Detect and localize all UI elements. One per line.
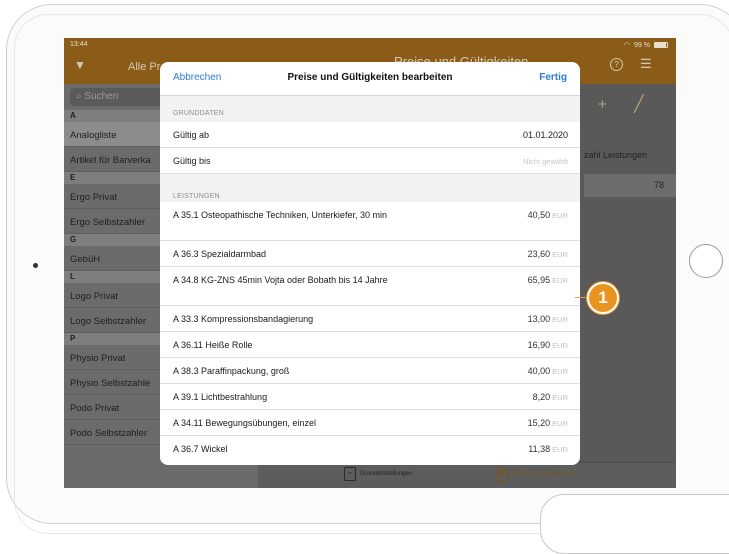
help-icon[interactable]: ?	[610, 58, 623, 71]
valid-from-row[interactable]: Gültig ab 01.01.2020	[160, 122, 580, 148]
price-amount: 8,20	[532, 392, 551, 402]
valid-from-label: Gültig ab	[173, 130, 210, 140]
sidebar-title: Alle Pr	[128, 61, 161, 73]
status-time: 13:44	[70, 41, 88, 48]
price-amount: 23,60	[527, 249, 551, 259]
currency-unit: EUR	[552, 315, 568, 324]
currency-unit: EUR	[552, 367, 568, 376]
service-price: 23,60 EUR	[528, 249, 568, 259]
plus-icon[interactable]: +	[598, 96, 607, 113]
service-row[interactable]: A 38.3 Paraffinpackung, groß 40,00 EUR	[160, 358, 580, 384]
price-amount: 40,00	[527, 366, 551, 376]
valid-to-label: Gültig bis	[173, 156, 211, 166]
currency-unit: EUR	[552, 393, 568, 402]
service-price: 11,38 EUR	[528, 444, 568, 454]
status-bar: 13:44 ◠ 99 %	[64, 38, 676, 52]
service-price: 15,20 EUR	[528, 418, 568, 428]
valid-from-value: 01.01.2020	[522, 130, 568, 140]
service-row[interactable]: A 34.11 Bewegungsübungen, einzel 15,20 EU…	[160, 410, 580, 436]
service-name: A 34.11 Bewegungsübungen, einzel	[173, 418, 316, 428]
battery-icon	[654, 42, 668, 48]
price-amount: 15,20	[527, 418, 551, 428]
currency-unit: EUR	[552, 250, 568, 259]
price-amount: 40,50	[527, 210, 551, 220]
price-amount: 65,95	[527, 275, 551, 285]
valid-to-value: Nicht gewählt	[522, 157, 568, 166]
edit-icon[interactable]: ╱	[634, 94, 644, 114]
column-header: zahl Leistungen	[584, 150, 648, 160]
modal-header: Abbrechen Preise und Gültigkeiten bearbe…	[160, 62, 580, 96]
service-row[interactable]: A 39.1 Lichtbestrahlung 8,20 EUR	[160, 384, 580, 410]
service-row[interactable]: A 35.1 Osteopathische Techniken, Unterki…	[160, 202, 580, 241]
service-row[interactable]: A 36.7 Wickel 11,38 EUR	[160, 436, 580, 462]
currency-unit: EUR	[552, 276, 568, 285]
camera-dot	[33, 263, 38, 268]
edit-prices-modal: Abbrechen Preise und Gültigkeiten bearbe…	[160, 62, 580, 465]
keyboard-corner	[540, 494, 729, 554]
settings-doc-icon: ⌐	[344, 467, 356, 481]
service-price: 16,90 EUR	[528, 340, 568, 350]
column-value: 78	[653, 180, 664, 190]
table-row[interactable]: 78	[584, 174, 676, 197]
group-label-grunddaten: GRUNDDATEN	[160, 96, 580, 122]
service-name: A 34.8 KG-ZNS 45min Vojta oder Bobath bi…	[173, 275, 388, 285]
price-amount: 13,00	[527, 314, 551, 324]
battery-percent: 99 %	[634, 41, 650, 49]
service-price: 13,00 EUR	[528, 314, 568, 324]
calendar-icon: ▦	[496, 467, 508, 481]
service-name: A 33.3 Kompressionsbandagierung	[173, 314, 314, 324]
service-price: 40,00 EUR	[528, 366, 568, 376]
home-button[interactable]	[689, 244, 723, 278]
currency-unit: EUR	[552, 341, 568, 350]
price-amount: 11,38	[528, 444, 551, 454]
service-name: A 38.3 Paraffinpackung, groß	[173, 366, 290, 376]
service-row[interactable]: A 36.3 Spezialdarmbad 23,60 EUR	[160, 241, 580, 267]
service-price: 8,20 EUR	[533, 392, 568, 402]
wifi-icon: ◠	[623, 42, 631, 49]
search-placeholder: Suchen	[84, 91, 119, 102]
list-icon[interactable]: ☰	[640, 56, 652, 72]
tab-label: Preise und Gültigkeiten	[512, 471, 575, 477]
tab-bar: ⌐ Grundeinstellungen ▦ Preise und Gültig…	[258, 462, 676, 488]
callout-line	[575, 297, 587, 298]
service-row[interactable]: A 33.3 Kompressionsbandagierung 13,00 EUR	[160, 306, 580, 332]
price-amount: 16,90	[527, 340, 551, 350]
service-price: 40,50 EUR	[528, 210, 568, 220]
service-name: A 36.3 Spezialdarmbad	[173, 249, 267, 259]
group-label-leistungen: LEISTUNGEN	[160, 174, 580, 202]
search-icon: ⌕	[76, 91, 82, 102]
service-row[interactable]: A 36.11 Heiße Rolle 16,90 EUR	[160, 332, 580, 358]
currency-unit: EUR	[552, 419, 568, 428]
callout-badge: 1	[587, 282, 619, 314]
service-name: A 36.7 Wickel	[173, 444, 228, 454]
service-name: A 35.1 Osteopathische Techniken, Unterki…	[173, 210, 387, 220]
currency-unit: EUR	[552, 445, 568, 454]
modal-title: Preise und Gültigkeiten bearbeiten	[287, 72, 453, 83]
service-name: A 39.1 Lichtbestrahlung	[173, 392, 268, 402]
tab-preise[interactable]: ▦ Preise und Gültigkeiten	[496, 467, 574, 481]
service-name: A 36.11 Heiße Rolle	[173, 340, 253, 350]
valid-to-row[interactable]: Gültig bis Nicht gewählt	[160, 148, 580, 174]
done-button[interactable]: Fertig	[539, 72, 567, 83]
status-right: ◠ 99 %	[624, 41, 668, 49]
tab-label: Grundeinstellungen	[360, 471, 413, 477]
tab-grundeinstellungen[interactable]: ⌐ Grundeinstellungen	[344, 467, 412, 481]
service-row[interactable]: A 34.8 KG-ZNS 45min Vojta oder Bobath bi…	[160, 267, 580, 306]
currency-unit: EUR	[552, 211, 568, 220]
filter-icon[interactable]: ▼	[74, 58, 86, 72]
service-price: 65,95 EUR	[528, 275, 568, 285]
